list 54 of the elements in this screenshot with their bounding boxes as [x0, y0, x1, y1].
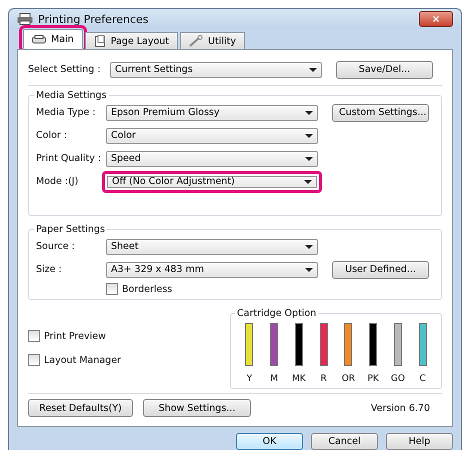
ink-label: MK: [292, 374, 306, 384]
field-label: Source :: [36, 241, 76, 252]
dropdown-arrow-icon: [305, 244, 313, 248]
checkbox-label: Borderless: [122, 284, 172, 294]
tab[interactable]: Utility: [180, 32, 245, 49]
version-text: Version 6.70: [370, 402, 431, 414]
dropdown[interactable]: Sheet: [106, 238, 318, 254]
ink-label: C: [419, 374, 426, 384]
ink-label: M: [270, 374, 278, 384]
window-title: Printing Preferences: [38, 12, 150, 26]
save-del-button[interactable]: Save/Del...: [336, 60, 433, 78]
dropdown-arrow-icon: [305, 134, 313, 138]
group-title: Paper Settings: [35, 224, 106, 235]
dropdown[interactable]: A3+ 329 x 483 mm: [106, 262, 318, 278]
dropdown-arrow-icon: [304, 180, 312, 184]
action-button[interactable]: Reset Defaults(Y): [28, 399, 133, 417]
dropdown[interactable]: Epson Premium Glossy: [106, 104, 318, 120]
checkbox[interactable]: [28, 330, 40, 342]
select-setting-dropdown[interactable]: Current Settings: [110, 62, 322, 78]
dialog-button[interactable]: Cancel: [311, 433, 378, 450]
printer-icon: [17, 13, 33, 25]
field-label: Print Quality :: [36, 153, 102, 164]
dropdown[interactable]: Speed: [106, 150, 318, 166]
field-label: Size :: [36, 264, 63, 275]
dropdown-arrow-icon: [305, 110, 313, 114]
dropdown-arrow-icon: [305, 268, 313, 272]
field-label: Media Type :: [36, 107, 97, 118]
dropdown[interactable]: Off (No Color Adjustment): [102, 170, 322, 192]
checkbox[interactable]: [106, 283, 118, 295]
action-button[interactable]: Show Settings...: [143, 399, 251, 417]
user-defined-button[interactable]: User Defined...: [332, 260, 429, 278]
checkbox-label: Layout Manager: [44, 354, 121, 366]
printer-icon: [32, 34, 46, 44]
dropdown-arrow-icon: [305, 156, 313, 160]
ink-label: Y: [246, 374, 252, 384]
checkbox-label: Print Preview: [44, 330, 106, 342]
ink-label: GO: [390, 374, 405, 384]
tab[interactable]: Page Layout: [84, 32, 178, 49]
wrench-icon: [189, 35, 204, 47]
dialog-button[interactable]: OK: [236, 433, 303, 450]
ink-label: OR: [342, 374, 356, 384]
ink-label: R: [320, 374, 327, 384]
group-title: Media Settings: [35, 90, 108, 101]
custom-settings-button[interactable]: Custom Settings...: [332, 104, 429, 122]
page-icon: [94, 35, 106, 47]
field-label: Mode :(J): [36, 176, 80, 187]
dropdown-arrow-icon: [309, 68, 317, 72]
field-label: Select Setting :: [28, 64, 102, 75]
checkbox[interactable]: [28, 354, 40, 366]
field-label: Color :: [36, 130, 68, 141]
ink-label: PK: [367, 374, 379, 384]
dropdown[interactable]: Color: [106, 128, 318, 144]
dialog-button[interactable]: Help: [386, 433, 453, 450]
group-title: Cartridge Option: [236, 308, 318, 319]
